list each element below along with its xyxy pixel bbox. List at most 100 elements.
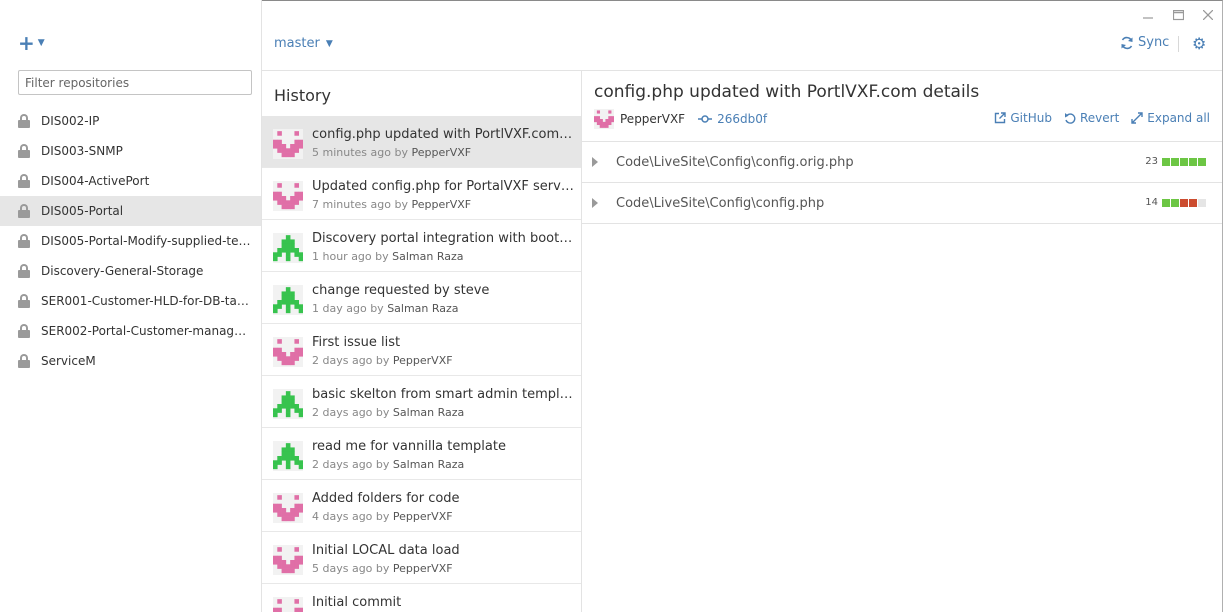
commit-item[interactable]: read me for vannilla template 2 days ago…	[262, 428, 581, 480]
commit-item[interactable]: Discovery portal integration with bootst…	[262, 220, 581, 272]
repository-label: DIS003-SNMP	[41, 144, 123, 158]
commit-time: 2 days ago	[312, 354, 373, 367]
commit-sha: 266db0f	[717, 112, 768, 126]
repository-item[interactable]: SER002-Portal-Customer-managemen...	[0, 316, 261, 346]
commit-item-title: First issue list	[312, 335, 401, 350]
changed-file-row[interactable]: Code\LiveSite\Config\config.php 14	[582, 183, 1222, 224]
expand-icon	[1131, 112, 1143, 124]
repository-label: DIS004-ActivePort	[41, 174, 150, 188]
repository-label: Discovery-General-Storage	[41, 264, 204, 278]
commit-item-meta: 2 days ago by Salman Raza	[312, 457, 574, 472]
repository-item[interactable]: DIS003-SNMP	[0, 136, 261, 166]
diffstat-block	[1189, 157, 1197, 166]
commit-sha-link[interactable]: 266db0f	[698, 112, 767, 126]
lock-icon	[18, 204, 30, 218]
repository-item[interactable]: DIS002-IP	[0, 106, 261, 136]
lock-icon	[18, 354, 30, 368]
add-repository-button[interactable]: + ▼	[18, 31, 45, 55]
lock-icon	[18, 264, 30, 278]
sync-button[interactable]: Sync	[1120, 35, 1169, 50]
commit-by: by	[394, 146, 408, 159]
close-button[interactable]	[1193, 6, 1223, 24]
lock-icon	[18, 324, 30, 338]
commit-author: PepperVXF	[411, 146, 472, 159]
commit-author: Salman Raza	[387, 302, 459, 315]
commit-by: by	[375, 406, 390, 419]
commit-item-meta: 4 days ago by PepperVXF	[312, 509, 574, 524]
commit-icon	[698, 115, 713, 123]
sidebar: + ▼ DIS002-IP DIS003-SNMP DIS004-ActiveP…	[0, 0, 262, 612]
commit-by: by	[394, 198, 408, 211]
minimize-icon	[1143, 17, 1153, 19]
diffstat-block	[1189, 198, 1197, 207]
commit-item[interactable]: Updated config.php for PortalVXF server …	[262, 168, 581, 220]
commit-item-title: read me for vannilla template	[312, 439, 506, 454]
commit-item-meta: 2 days ago by Salman Raza	[312, 405, 574, 420]
lock-icon	[18, 174, 30, 188]
change-count: 14	[1145, 197, 1158, 208]
github-label: GitHub	[1010, 111, 1052, 125]
settings-button[interactable]: ⚙	[1192, 34, 1206, 53]
toolbar-divider	[1178, 36, 1179, 52]
commit-actions: GitHub Revert Expand all	[994, 111, 1210, 125]
plus-icon: +	[18, 31, 35, 55]
commit-item-title: config.php updated with PortlVXF.com d..…	[312, 127, 574, 142]
repository-item[interactable]: ServiceM	[0, 346, 261, 376]
commit-item-title: Initial commit	[312, 595, 402, 610]
commit-author: PepperVXF	[392, 354, 453, 367]
repository-item[interactable]: Discovery-General-Storage	[0, 256, 261, 286]
commit-item[interactable]: Added folders for code 4 days ago by Pep…	[262, 480, 581, 532]
commit-item[interactable]: Initial LOCAL data load 5 days ago by Pe…	[262, 532, 581, 584]
expand-arrow-icon[interactable]	[592, 198, 598, 208]
gear-icon: ⚙	[1192, 34, 1207, 53]
commit-by: by	[375, 250, 389, 263]
avatar	[273, 233, 304, 263]
changed-file-row[interactable]: Code\LiveSite\Config\config.orig.php 23	[582, 142, 1222, 183]
filter-repositories-input[interactable]	[18, 70, 252, 95]
view-on-github-button[interactable]: GitHub	[994, 111, 1052, 125]
commit-title: config.php updated with PortlVXF.com det…	[594, 82, 980, 102]
avatar	[273, 597, 304, 612]
commit-by: by	[375, 458, 390, 471]
branch-label: master	[274, 36, 320, 51]
maximize-icon	[1172, 9, 1184, 20]
maximize-button[interactable]	[1163, 6, 1193, 24]
commit-item[interactable]: config.php updated with PortlVXF.com d..…	[262, 116, 581, 168]
revert-label: Revert	[1079, 111, 1120, 125]
diffstat-block	[1171, 198, 1179, 207]
commit-item-meta: 5 days ago by PepperVXF	[312, 561, 574, 576]
branch-selector[interactable]: master ▼	[274, 36, 333, 51]
expand-all-button[interactable]: Expand all	[1131, 111, 1210, 125]
lock-icon	[18, 114, 30, 128]
repository-item[interactable]: SER001-Customer-HLD-for-DB-tables	[0, 286, 261, 316]
repository-label: DIS002-IP	[41, 114, 100, 128]
revert-button[interactable]: Revert	[1064, 111, 1119, 125]
commit-item[interactable]: Initial commit	[262, 584, 581, 612]
commit-item[interactable]: basic skelton from smart admin templat..…	[262, 376, 581, 428]
commit-item[interactable]: First issue list 2 days ago by PepperVXF	[262, 324, 581, 376]
commit-item[interactable]: change requested by steve 1 day ago by S…	[262, 272, 581, 324]
commit-author: Salman Raza	[392, 458, 465, 471]
expand-all-label: Expand all	[1147, 111, 1210, 125]
commit-item-title: change requested by steve	[312, 283, 490, 298]
minimize-button[interactable]	[1133, 6, 1163, 24]
commit-time: 1 day ago	[312, 302, 367, 315]
commit-by: by	[370, 302, 384, 315]
avatar	[273, 285, 304, 315]
repository-item[interactable]: DIS005-Portal-Modify-supplied-templ...	[0, 226, 261, 256]
commit-item-title: Initial LOCAL data load	[312, 543, 460, 558]
external-link-icon	[995, 112, 1007, 124]
commit-item-title: basic skelton from smart admin templat..…	[312, 387, 574, 402]
commit-author: Salman Raza	[392, 406, 465, 419]
commit-author: PepperVXF	[392, 562, 453, 575]
commit-item-meta: 1 hour ago by Salman Raza	[312, 249, 574, 264]
repository-item[interactable]: DIS004-ActivePort	[0, 166, 261, 196]
revert-icon	[1064, 113, 1076, 124]
commit-item-meta: 7 minutes ago by PepperVXF	[312, 197, 574, 212]
avatar	[594, 109, 615, 129]
repository-list: DIS002-IP DIS003-SNMP DIS004-ActivePort …	[0, 106, 261, 376]
commit-by: by	[375, 510, 390, 523]
chevron-down-icon: ▼	[37, 38, 45, 48]
expand-arrow-icon[interactable]	[592, 157, 598, 167]
repository-item[interactable]: DIS005-Portal	[0, 196, 261, 226]
